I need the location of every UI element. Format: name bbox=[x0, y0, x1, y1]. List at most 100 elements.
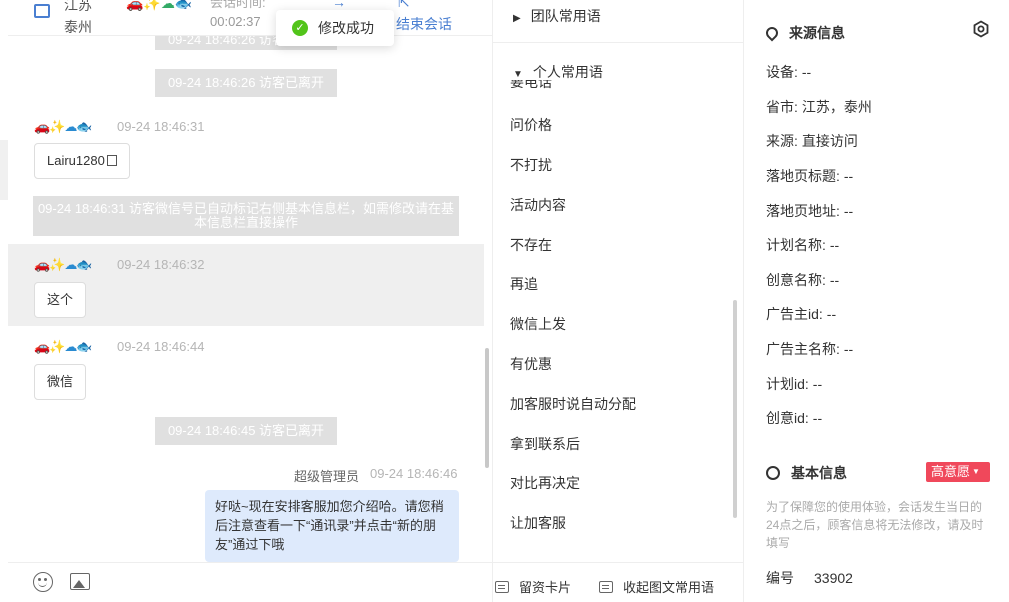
caret-down-icon: ▼ bbox=[513, 69, 523, 80]
phrase-scrollbar[interactable] bbox=[733, 300, 737, 518]
info-field-landing-url: 落地页地址: -- bbox=[766, 201, 853, 221]
field-value: -- bbox=[829, 272, 840, 288]
message-text: 微信 bbox=[47, 374, 74, 389]
field-label: 广告主id: bbox=[766, 306, 823, 322]
app-root: 江苏泰州 🚗✨☁🐟 会话时间: 00:02:37 → ⇱ 结束会话 ✓ 修改成功… bbox=[0, 0, 1009, 602]
settings-hexagon-icon[interactable] bbox=[972, 20, 990, 38]
visitor-message: 🚗✨☁🐟 09-24 18:46:44 微信 bbox=[8, 332, 484, 404]
field-value: -- bbox=[843, 341, 854, 357]
visitor-message: 🚗✨☁🐟 09-24 18:46:32 这个 bbox=[8, 244, 484, 326]
system-message: 09-24 18:46:26 访客已离开 bbox=[155, 69, 337, 97]
phrase-item[interactable]: 让加客服 bbox=[510, 513, 566, 533]
customer-id-row: 编号 33902 bbox=[766, 568, 853, 588]
phrase-item[interactable]: 活动内容 bbox=[510, 195, 566, 215]
phrase-group-label: 个人常用语 bbox=[532, 64, 603, 80]
phrase-item[interactable]: 微信上发 bbox=[510, 314, 566, 334]
field-value: -- bbox=[826, 306, 837, 322]
success-toast: ✓ 修改成功 bbox=[276, 10, 394, 46]
message-bubble[interactable]: 这个 bbox=[34, 282, 87, 318]
phrase-item[interactable]: 问价格 bbox=[510, 115, 552, 135]
info-field-advertiser-name: 广告主名称: -- bbox=[766, 339, 853, 359]
field-label: 省市: bbox=[766, 99, 798, 115]
phrase-group-personal[interactable]: ▼ 个人常用语 bbox=[513, 62, 603, 82]
field-value: -- bbox=[812, 376, 823, 392]
field-label: 计划名称: bbox=[766, 237, 826, 253]
intent-level-label: 高意愿 bbox=[931, 464, 971, 479]
exit-icon[interactable]: ⇱ bbox=[398, 0, 410, 11]
chat-left-strip bbox=[0, 140, 8, 200]
message-time: 09-24 18:46:32 bbox=[117, 257, 205, 272]
message-time: 09-24 18:46:31 bbox=[117, 119, 205, 134]
copy-icon[interactable] bbox=[106, 155, 117, 166]
agent-name: 超级管理员 bbox=[294, 469, 360, 484]
system-message: 09-24 18:46:31 访客微信号已自动标记右侧基本信息栏，如需修改请在基… bbox=[33, 196, 459, 236]
message-bubble[interactable]: 微信 bbox=[34, 364, 87, 400]
agent-message-bubble[interactable]: 好哒~现在安排客服加您介绍哈。请您稍后注意查看一下“通讯录”并点击“新的朋友”通… bbox=[205, 490, 459, 562]
field-value: -- bbox=[843, 203, 854, 219]
chat-panel: 江苏泰州 🚗✨☁🐟 会话时间: 00:02:37 → ⇱ 结束会话 ✓ 修改成功… bbox=[0, 0, 492, 602]
phrase-item[interactable]: 再追 bbox=[510, 274, 538, 294]
chat-scrollbar[interactable] bbox=[485, 348, 489, 468]
message-bubble[interactable]: Lairu1280 bbox=[34, 143, 130, 179]
phrase-item[interactable]: 要电话 bbox=[510, 80, 552, 92]
phrases-panel: ▶ 团队常用语 ▼ 个人常用语 要电话 问价格 不打扰 活动内容 不存在 再追 微信… bbox=[492, 0, 744, 602]
phrase-group-team[interactable]: ▶ 团队常用语 bbox=[513, 6, 601, 26]
field-label: 广告主名称: bbox=[766, 341, 840, 357]
visitor-location: 江苏泰州 bbox=[64, 0, 92, 35]
phrase-list: 要电话 问价格 不打扰 活动内容 不存在 再追 微信上发 有优惠 加客服时说自动… bbox=[510, 80, 730, 540]
visitor-message: 🚗✨☁🐟 09-24 18:46:31 Lairu1280 bbox=[8, 112, 484, 186]
transfer-arrow-icon[interactable]: → bbox=[332, 0, 346, 10]
collapse-phrases-label: 收起图文常用语 bbox=[623, 580, 715, 595]
message-text: 这个 bbox=[47, 292, 74, 307]
info-field-advertiser-id: 广告主id: -- bbox=[766, 304, 836, 324]
field-label: 创意名称: bbox=[766, 272, 826, 288]
info-field-creative-name: 创意名称: -- bbox=[766, 270, 839, 290]
image-icon[interactable] bbox=[70, 573, 90, 590]
lead-card-label: 留资卡片 bbox=[519, 580, 572, 595]
phrase-item[interactable]: 有优惠 bbox=[510, 354, 552, 374]
system-message: 09-24 18:46:45 访客已离开 bbox=[155, 417, 337, 445]
field-value: -- bbox=[843, 168, 854, 184]
info-field-landing-title: 落地页标题: -- bbox=[766, 166, 853, 186]
info-field-plan-id: 计划id: -- bbox=[766, 374, 822, 394]
intent-level-dropdown[interactable]: 高意愿 ▼ bbox=[926, 462, 990, 482]
collapse-phrases-button[interactable]: 收起图文常用语 bbox=[599, 577, 714, 596]
end-session-button[interactable]: 结束会话 bbox=[396, 14, 452, 34]
phrase-item[interactable]: 拿到联系后 bbox=[510, 434, 580, 454]
info-field-device: 设备: -- bbox=[766, 62, 811, 82]
phrase-item[interactable]: 加客服时说自动分配 bbox=[510, 394, 636, 414]
section-title: 基本信息 bbox=[791, 465, 847, 481]
phrase-item[interactable]: 不存在 bbox=[510, 235, 552, 255]
message-text: Lairu1280 bbox=[47, 153, 105, 168]
toast-text: 修改成功 bbox=[318, 20, 374, 36]
customer-id-value: 33902 bbox=[814, 570, 853, 586]
visitor-avatar: 🚗✨☁🐟 bbox=[34, 339, 93, 354]
message-icon bbox=[599, 581, 613, 593]
message-time: 09-24 18:46:44 bbox=[117, 339, 205, 354]
monitor-icon bbox=[34, 4, 50, 18]
field-label: 设备: bbox=[766, 64, 798, 80]
visitor-avatar: 🚗✨☁🐟 bbox=[34, 257, 93, 272]
field-value: -- bbox=[829, 237, 840, 253]
field-value: -- bbox=[801, 64, 812, 80]
basic-info-header: 基本信息 bbox=[766, 463, 847, 483]
info-field-source: 来源: 直接访问 bbox=[766, 131, 858, 151]
duration-label: 会话时间: bbox=[210, 0, 266, 10]
field-value: -- bbox=[812, 410, 823, 426]
visitor-avatar: 🚗✨☁🐟 bbox=[126, 0, 193, 11]
visitor-avatar: 🚗✨☁🐟 bbox=[34, 119, 93, 134]
chat-header: 江苏泰州 🚗✨☁🐟 会话时间: 00:02:37 → ⇱ 结束会话 bbox=[8, 0, 492, 36]
emoji-icon[interactable] bbox=[33, 572, 53, 592]
field-value: 江苏，泰州 bbox=[801, 99, 872, 115]
chat-toolbar bbox=[8, 562, 492, 602]
section-title: 来源信息 bbox=[789, 25, 845, 41]
session-duration: 00:02:37 bbox=[210, 14, 261, 29]
divider bbox=[493, 42, 744, 43]
phrase-item[interactable]: 对比再决定 bbox=[510, 473, 580, 493]
field-label: 计划id: bbox=[766, 376, 809, 392]
phrase-item[interactable]: 不打扰 bbox=[510, 155, 552, 175]
caret-right-icon: ▶ bbox=[513, 13, 521, 24]
phrase-group-label: 团队常用语 bbox=[530, 8, 601, 24]
lead-card-button[interactable]: 留资卡片 bbox=[495, 577, 571, 596]
phrase-toolbar: 留资卡片 收起图文常用语 bbox=[493, 562, 744, 602]
